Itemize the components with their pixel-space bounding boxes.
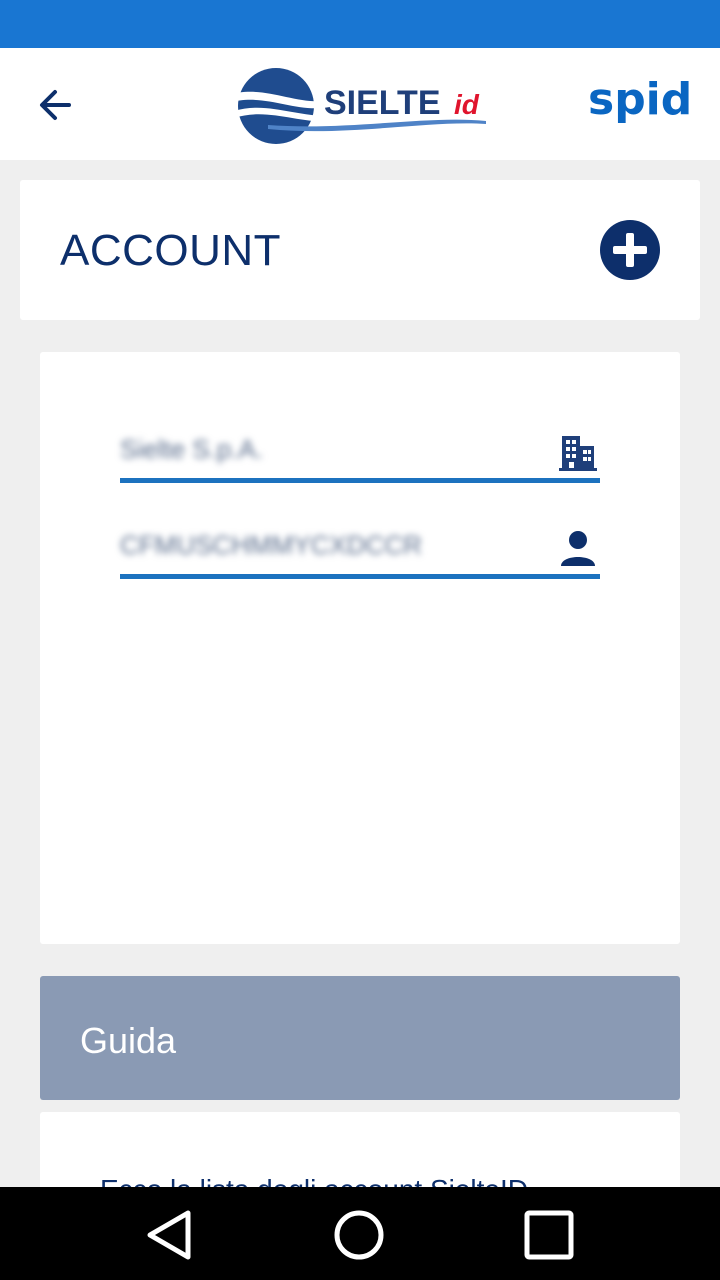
nav-home-icon — [334, 1210, 384, 1260]
sielte-id-logo: SIELTE id — [228, 68, 486, 144]
nav-recent-icon — [524, 1210, 574, 1260]
guide-header[interactable]: Guida — [40, 976, 680, 1100]
system-nav-bar — [0, 1187, 720, 1280]
back-button[interactable] — [30, 80, 80, 130]
spid-logo: spid — [588, 76, 692, 125]
svg-text:SIELTE: SIELTE — [324, 84, 441, 122]
nav-home-button[interactable] — [329, 1205, 389, 1265]
organization-value: Sielte S.p.A. — [120, 434, 264, 464]
add-account-button[interactable] — [600, 220, 660, 280]
app-bar: SIELTE id spid — [0, 48, 720, 160]
user-id-value: CFMUSCHMMYCXDCCR — [120, 530, 422, 560]
user-id-field[interactable]: CFMUSCHMMYCXDCCR — [120, 518, 600, 579]
nav-back-icon — [147, 1210, 191, 1260]
account-list-card: Sielte S.p.A. CFMUSCHMMYCXDCCR — [40, 352, 680, 944]
svg-text:id: id — [454, 89, 480, 120]
plus-circle-icon — [600, 220, 660, 280]
building-icon — [559, 436, 597, 471]
organization-field[interactable]: Sielte S.p.A. — [120, 422, 600, 483]
nav-recent-button[interactable] — [519, 1205, 579, 1265]
svg-text:spid: spid — [588, 76, 692, 125]
person-icon — [561, 531, 595, 566]
nav-back-button[interactable] — [140, 1205, 200, 1265]
status-bar — [0, 0, 720, 48]
account-header-card: ACCOUNT — [20, 180, 700, 320]
account-title: ACCOUNT — [60, 226, 282, 275]
guide-title: Guida — [80, 1020, 177, 1061]
arrow-left-icon — [40, 90, 71, 120]
